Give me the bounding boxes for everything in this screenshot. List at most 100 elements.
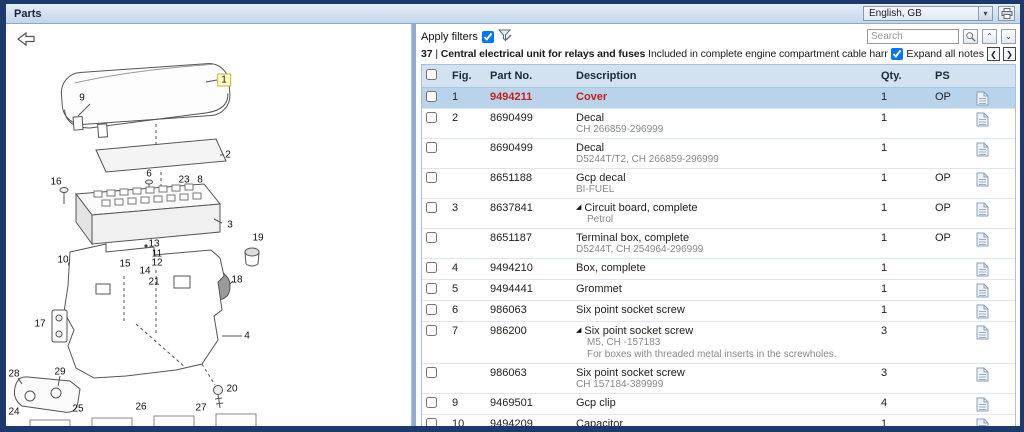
note-cell[interactable] (969, 229, 1015, 259)
expand-all-notes-checkbox[interactable] (891, 48, 903, 60)
row-select-checkbox[interactable] (426, 283, 437, 294)
row-select-checkbox[interactable] (426, 172, 437, 183)
filter-icon[interactable] (498, 29, 512, 45)
row-checkbox-cell[interactable] (422, 364, 448, 394)
note-cell[interactable] (969, 415, 1015, 427)
row-select-checkbox[interactable] (426, 304, 437, 315)
search-prev-button[interactable]: ⌃ (982, 29, 997, 44)
part-no-cell[interactable]: 986063 (486, 364, 572, 394)
table-row[interactable]: 109494209Capacitor1 (422, 415, 1015, 427)
note-marker-icon: ◢ (576, 204, 581, 211)
row-select-checkbox[interactable] (426, 262, 437, 273)
chevron-down-icon[interactable]: ▾ (978, 7, 992, 20)
apply-filters-checkbox[interactable] (482, 31, 494, 43)
search-input[interactable] (867, 29, 959, 44)
row-select-checkbox[interactable] (426, 142, 437, 153)
part-no-cell[interactable]: 8651187 (486, 229, 572, 259)
part-no-cell[interactable]: 8651188 (486, 169, 572, 199)
language-select-value: English, GB (869, 8, 922, 19)
print-button[interactable] (998, 6, 1015, 21)
part-no-cell[interactable]: 9494210 (486, 259, 572, 280)
row-select-checkbox[interactable] (426, 397, 437, 408)
note-cell[interactable] (969, 109, 1015, 139)
note-cell[interactable] (969, 394, 1015, 415)
row-checkbox-cell[interactable] (422, 259, 448, 280)
row-checkbox-cell[interactable] (422, 139, 448, 169)
row-select-checkbox[interactable] (426, 418, 437, 426)
section-heading: 37 | Central electrical unit for relays … (421, 48, 888, 60)
note-cell[interactable] (969, 322, 1015, 364)
fig-cell (448, 364, 486, 394)
next-page-button[interactable]: ❯ (1003, 47, 1016, 61)
row-select-checkbox[interactable] (426, 112, 437, 123)
row-checkbox-cell[interactable] (422, 301, 448, 322)
row-select-checkbox[interactable] (426, 367, 437, 378)
part-no-cell[interactable]: 9494209 (486, 415, 572, 427)
part-no-cell[interactable]: 9494441 (486, 280, 572, 301)
part-no-cell[interactable]: 9469501 (486, 394, 572, 415)
search-button[interactable] (963, 29, 978, 44)
note-cell[interactable] (969, 199, 1015, 229)
row-select-checkbox[interactable] (426, 202, 437, 213)
row-checkbox-cell[interactable] (422, 280, 448, 301)
part-no-cell[interactable]: 8690499 (486, 109, 572, 139)
part-no-cell[interactable]: 8690499 (486, 139, 572, 169)
row-checkbox-cell[interactable] (422, 199, 448, 229)
row-checkbox-cell[interactable] (422, 169, 448, 199)
table-row[interactable]: 986063Six point socket screwCH 157184-38… (422, 364, 1015, 394)
note-icon (976, 283, 989, 298)
description-cell: Terminal box, completeD5244T, CH 254964-… (572, 229, 867, 259)
description-text: Capacitor (576, 418, 863, 426)
qty-cell: 4 (867, 394, 931, 415)
table-row[interactable]: 8651187Terminal box, completeD5244T, CH … (422, 229, 1015, 259)
note-cell[interactable] (969, 88, 1015, 109)
fig-cell: 1 (448, 88, 486, 109)
row-select-checkbox[interactable] (426, 232, 437, 243)
row-select-checkbox[interactable] (426, 91, 437, 102)
part-no-cell[interactable]: 986063 (486, 301, 572, 322)
description-subtext: D5244T, CH 254964-296999 (576, 244, 863, 256)
part-no-cell[interactable]: 9494211 (486, 88, 572, 109)
note-cell[interactable] (969, 301, 1015, 322)
table-row[interactable]: 99469501Gcp clip4 (422, 394, 1015, 415)
printer-icon (1001, 8, 1013, 19)
page-title: Parts (14, 8, 42, 20)
table-row[interactable]: 49494210Box, complete1 (422, 259, 1015, 280)
table-row[interactable]: 6986063Six point socket screw1 (422, 301, 1015, 322)
table-row[interactable]: 8651188Gcp decalBI-FUEL1OP (422, 169, 1015, 199)
language-select[interactable]: English, GB ▾ (863, 6, 993, 21)
row-checkbox-cell[interactable] (422, 415, 448, 427)
search-next-button[interactable]: ⌄ (1001, 29, 1016, 44)
note-cell[interactable] (969, 169, 1015, 199)
table-row[interactable]: 19494211Cover1OP (422, 88, 1015, 109)
qty-cell: 1 (867, 169, 931, 199)
note-icon (976, 202, 989, 217)
table-row[interactable]: 28690499DecalCH 266859-2969991 (422, 109, 1015, 139)
part-no-cell[interactable]: 986200 (486, 322, 572, 364)
row-checkbox-cell[interactable] (422, 88, 448, 109)
note-cell[interactable] (969, 139, 1015, 169)
table-row[interactable]: 59494441Grommet1 (422, 280, 1015, 301)
table-row[interactable]: 8690499DecalD5244T/T2, CH 266859-2969991 (422, 139, 1015, 169)
note-cell[interactable] (969, 280, 1015, 301)
note-cell[interactable] (969, 364, 1015, 394)
back-arrow-icon[interactable] (16, 31, 36, 52)
prev-page-button[interactable]: ❮ (987, 47, 1000, 61)
select-all-checkbox[interactable] (426, 69, 437, 80)
note-cell[interactable] (969, 259, 1015, 280)
description-cell: ◢Circuit board, completePetrol (572, 199, 867, 229)
table-row[interactable]: 38637841◢Circuit board, completePetrol1O… (422, 199, 1015, 229)
note-icon (976, 304, 989, 319)
table-row[interactable]: 7986200◢Six point socket screwM5, CH -15… (422, 322, 1015, 364)
note-icon (976, 112, 989, 127)
select-all-header[interactable] (422, 65, 448, 88)
ps-cell (931, 322, 969, 364)
row-checkbox-cell[interactable] (422, 394, 448, 415)
row-checkbox-cell[interactable] (422, 229, 448, 259)
row-checkbox-cell[interactable] (422, 109, 448, 139)
part-no-cell[interactable]: 8637841 (486, 199, 572, 229)
row-checkbox-cell[interactable] (422, 322, 448, 364)
row-select-checkbox[interactable] (426, 325, 437, 336)
note-icon (976, 325, 989, 340)
ps-cell: OP (931, 229, 969, 259)
